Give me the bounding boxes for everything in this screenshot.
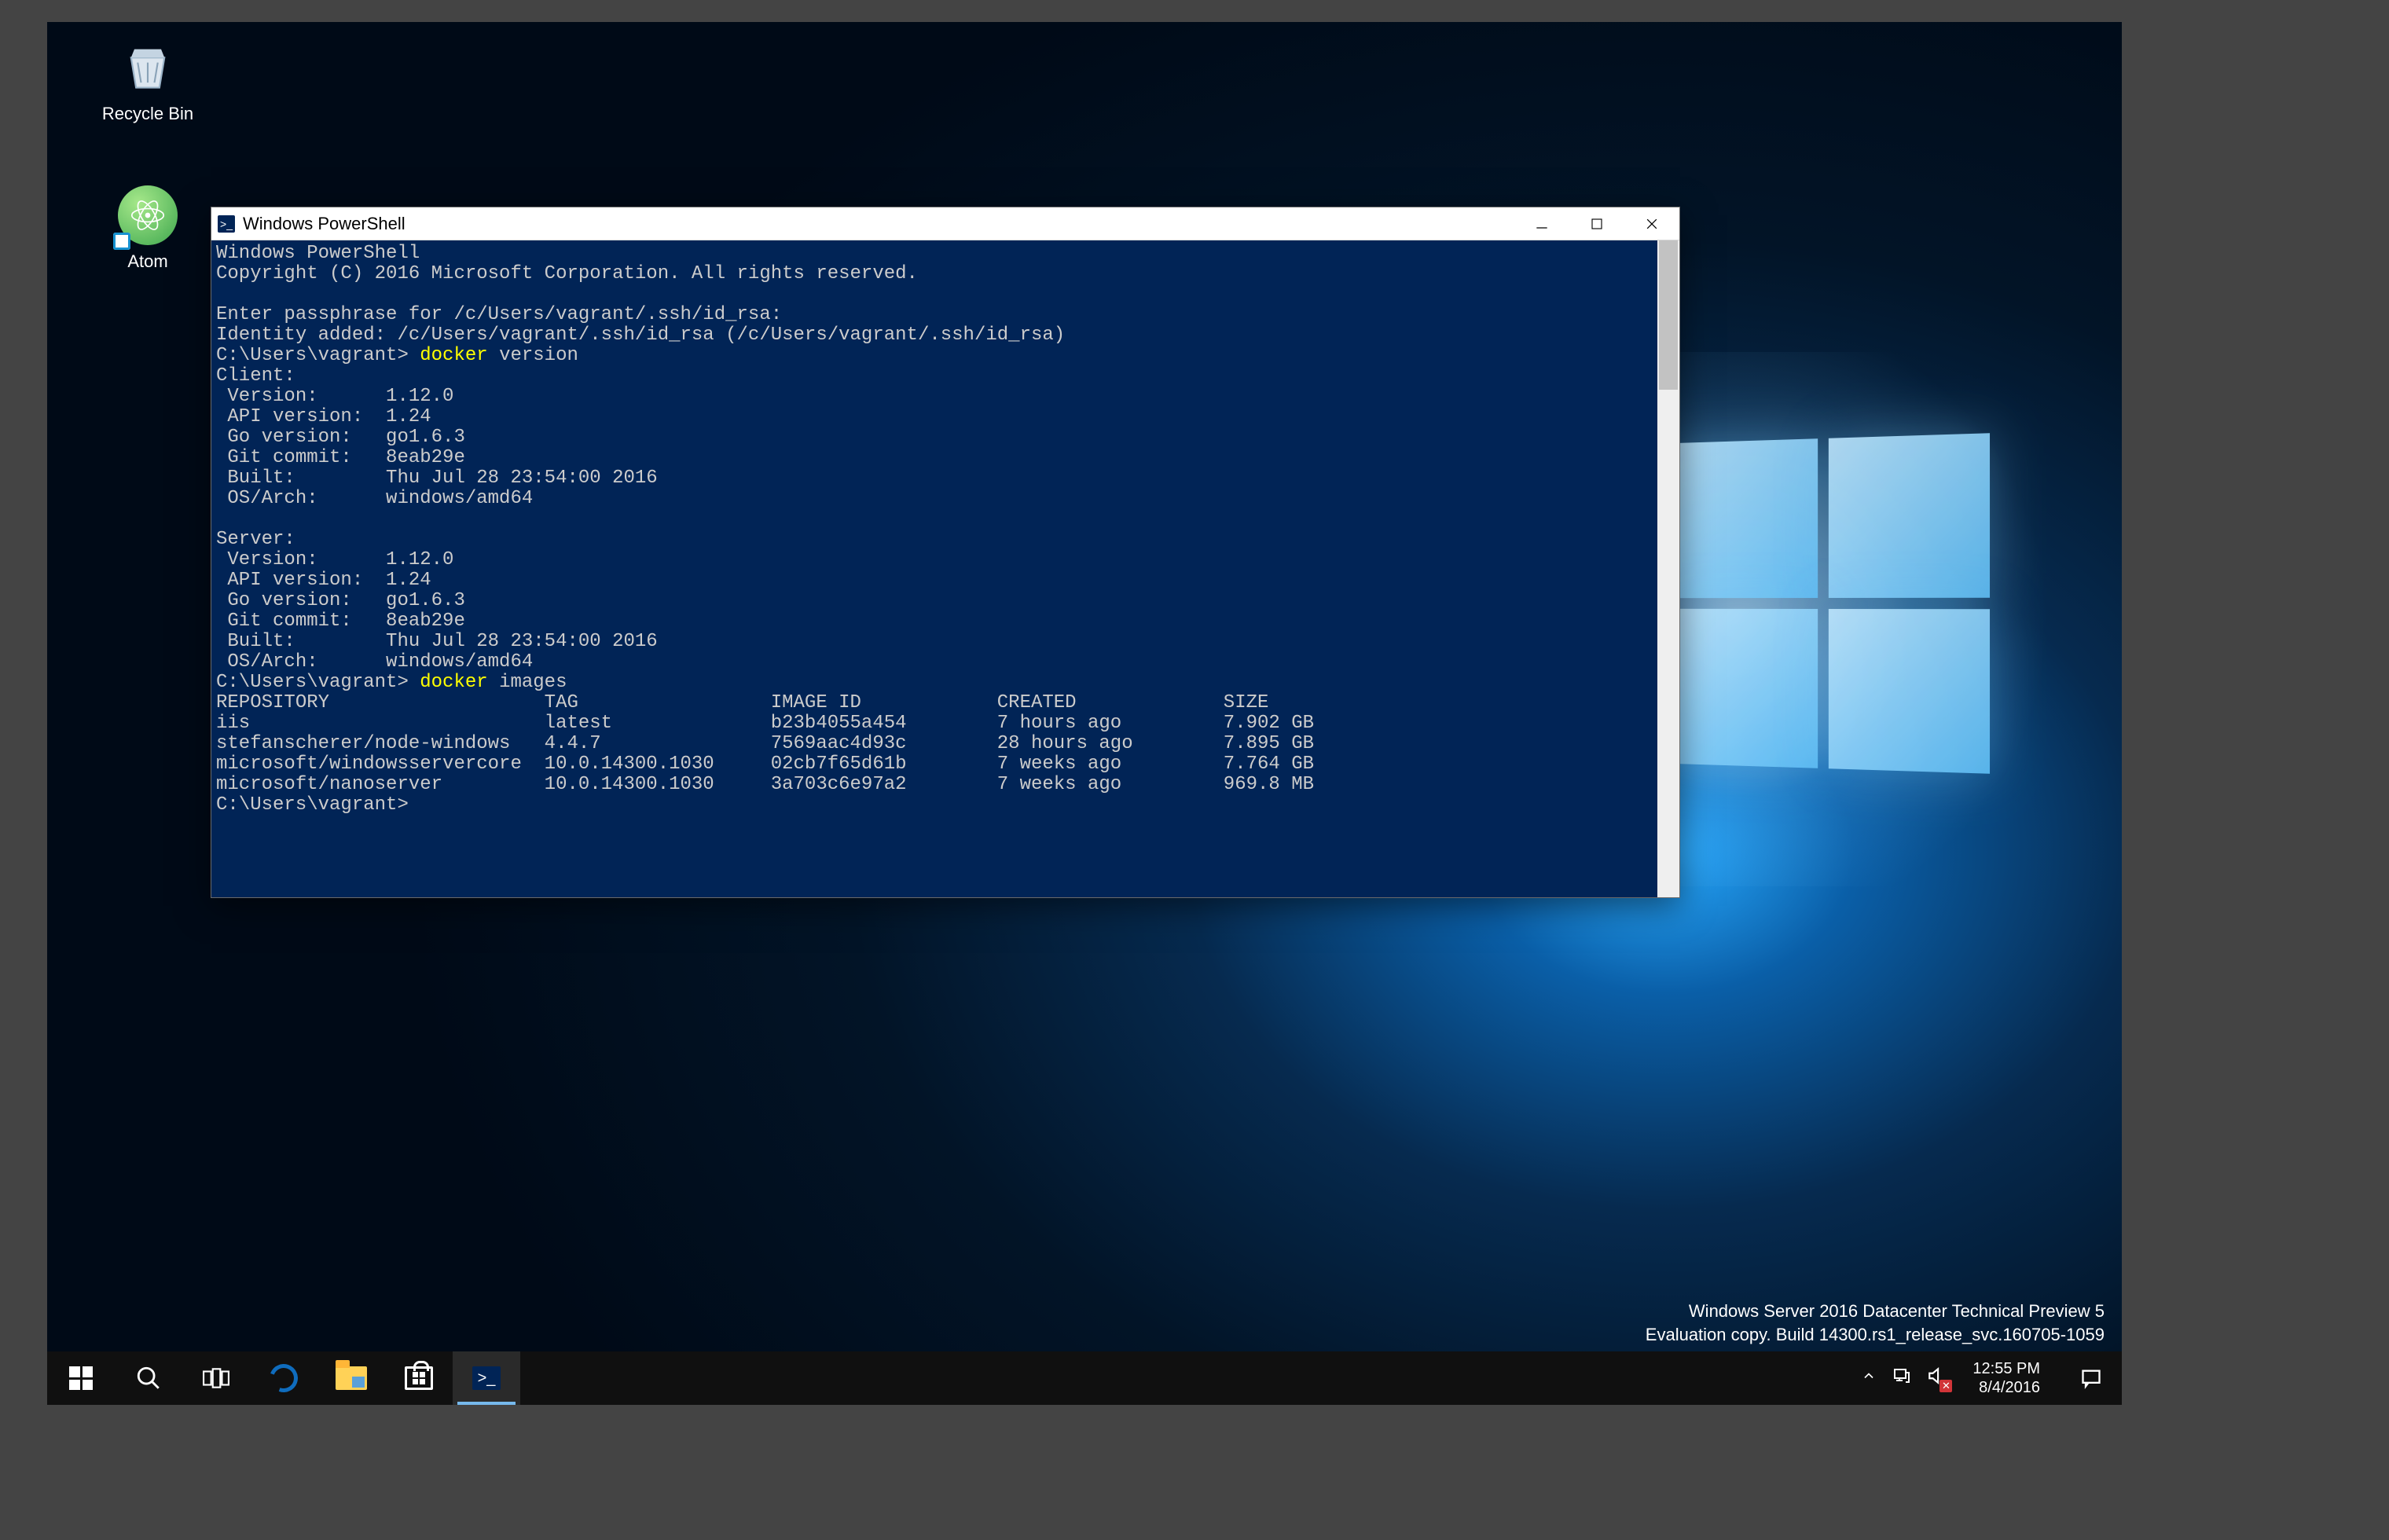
close-button[interactable] [1624,207,1679,240]
desktop-icon-label: Atom [93,251,203,272]
terminal-args: version [488,345,578,366]
terminal-line: Go version: go1.6.3 [216,590,465,611]
terminal-prompt: C:\Users\vagrant> [216,345,420,366]
tray-volume-icon[interactable]: ✕ [1927,1366,1947,1391]
watermark-line: Windows Server 2016 Datacenter Technical… [1646,1300,2105,1323]
clock-time: 12:55 PM [1972,1359,2040,1378]
terminal-line: Version: 1.12.0 [216,386,453,407]
action-center-button[interactable] [2065,1367,2117,1389]
terminal-line: OS/Arch: windows/amd64 [216,488,533,509]
terminal-prompt: C:\Users\vagrant> [216,794,409,816]
taskbar-spacer [520,1351,1861,1405]
terminal-prompt: C:\Users\vagrant> [216,672,420,693]
terminal-line: Git commit: 8eab29e [216,447,465,468]
window-titlebar[interactable]: >_ Windows PowerShell [211,207,1679,240]
taskbar-app-store[interactable] [385,1351,453,1405]
table-row: microsoft/nanoserver 10.0.14300.1030 3a7… [216,774,1314,795]
terminal-line: Enter passphrase for /c/Users/vagrant/.s… [216,304,782,325]
tray-chevron-up-icon[interactable] [1861,1368,1877,1388]
store-icon [405,1366,433,1390]
terminal-command: docker [420,672,487,693]
powershell-window[interactable]: >_ Windows PowerShell Windows PowerShell… [211,207,1680,898]
desktop-icon-label: Recycle Bin [93,104,203,124]
table-row: stefanscherer/node-windows 4.4.7 7569aac… [216,733,1314,754]
minimize-button[interactable] [1514,207,1569,240]
taskbar[interactable]: >_ ✕ 12:55 PM 8/4/2016 [47,1351,2122,1405]
search-button[interactable] [115,1351,182,1405]
terminal-line: OS/Arch: windows/amd64 [216,651,533,673]
volume-muted-badge: ✕ [1939,1380,1952,1392]
windows-logo-wallpaper [1667,433,1990,774]
terminal-line: Windows PowerShell [216,243,420,264]
start-button[interactable] [47,1351,115,1405]
scrollbar-thumb[interactable] [1659,240,1678,390]
desktop[interactable]: Recycle Bin Atom >_ Windows PowerShell [47,22,2122,1405]
atom-icon [118,185,178,245]
desktop-watermark: Windows Server 2016 Datacenter Technical… [1646,1300,2105,1347]
terminal-line: Version: 1.12.0 [216,549,453,570]
clock-date: 8/4/2016 [1972,1378,2040,1397]
task-view-icon [203,1365,229,1392]
terminal-line: Copyright (C) 2016 Microsoft Corporation… [216,263,918,284]
taskbar-clock[interactable]: 12:55 PM 8/4/2016 [1963,1359,2050,1397]
maximize-button[interactable] [1569,207,1624,240]
terminal-line: Built: Thu Jul 28 23:54:00 2016 [216,468,658,489]
terminal-line: Go version: go1.6.3 [216,427,465,448]
edge-icon [265,1359,303,1397]
task-view-button[interactable] [182,1351,250,1405]
table-header: REPOSITORY TAG IMAGE ID CREATED SIZE [216,692,1268,713]
windows-start-icon [69,1366,93,1390]
desktop-icon-atom[interactable]: Atom [93,185,203,272]
taskbar-app-edge[interactable] [250,1351,317,1405]
taskbar-app-powershell[interactable]: >_ [453,1351,520,1405]
terminal-line: API version: 1.24 [216,406,431,427]
powershell-icon: >_ [472,1366,501,1390]
table-row: microsoft/windowsservercore 10.0.14300.1… [216,754,1314,775]
action-center-icon [2080,1367,2102,1389]
powershell-icon: >_ [218,215,235,233]
terminal-scrollbar[interactable] [1657,240,1679,897]
terminal-body[interactable]: Windows PowerShell Copyright (C) 2016 Mi… [211,240,1679,897]
file-explorer-icon [336,1366,367,1390]
taskbar-app-file-explorer[interactable] [317,1351,385,1405]
terminal-line: API version: 1.24 [216,570,431,591]
search-icon [135,1365,162,1392]
window-title: Windows PowerShell [243,214,1514,234]
tray-network-icon[interactable] [1892,1366,1911,1390]
table-row: iis latest b23b4055a454 7 hours ago 7.90… [216,713,1314,734]
recycle-bin-icon [118,38,178,97]
system-tray[interactable]: ✕ 12:55 PM 8/4/2016 [1861,1351,2122,1405]
terminal-args: images [488,672,567,693]
terminal-line: Identity added: /c/Users/vagrant/.ssh/id… [216,324,1065,346]
watermark-line: Evaluation copy. Build 14300.rs1_release… [1646,1323,2105,1347]
terminal-line: Built: Thu Jul 28 23:54:00 2016 [216,631,658,652]
terminal-line: Server: [216,529,295,550]
terminal-line: Git commit: 8eab29e [216,610,465,632]
desktop-icon-recycle-bin[interactable]: Recycle Bin [93,38,203,124]
terminal-line: Client: [216,365,295,387]
terminal-command: docker [420,345,487,366]
